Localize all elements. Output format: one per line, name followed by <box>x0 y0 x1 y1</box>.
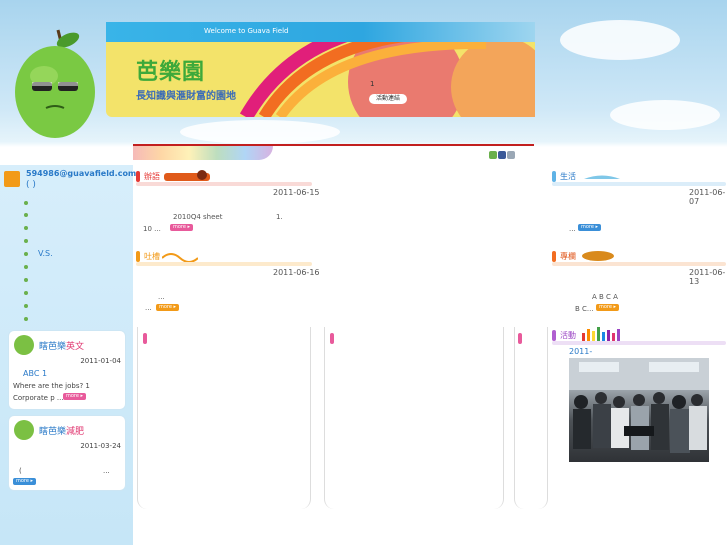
leaf-bullet-icon <box>24 278 28 282</box>
mail-icon[interactable] <box>4 171 20 187</box>
post-date: 2011-06-15 <box>273 188 320 197</box>
wave-decoration-icon <box>162 253 198 262</box>
post-text: 2010Q4 sheet <box>173 213 223 221</box>
leaf-bullet-icon <box>24 291 28 295</box>
email-note: ( ) <box>26 180 36 190</box>
post-text: A B C A <box>592 293 618 301</box>
card-title[interactable]: 瞎芭樂英文 <box>39 339 84 352</box>
chart-decoration-icon <box>582 327 620 341</box>
section-header[interactable]: 專欄 <box>552 250 726 266</box>
print-icon[interactable] <box>507 151 515 159</box>
share-icon[interactable] <box>489 151 497 159</box>
cloud <box>560 20 680 60</box>
post-date: 2011-06-07 <box>689 188 726 206</box>
facebook-icon[interactable] <box>498 151 506 159</box>
card-line: Where are the jobs? 1 <box>13 382 90 390</box>
activity-link-button[interactable]: 活動連結 <box>369 94 407 104</box>
card-date: 2011-01-04 <box>80 357 121 365</box>
card-line[interactable]: ABC 1 <box>23 369 47 378</box>
more-button[interactable]: more ▸ <box>63 393 87 400</box>
post-text: ... <box>145 304 152 312</box>
section-header[interactable]: 活動 <box>552 327 726 345</box>
post-date: 2011-06-13 <box>689 268 726 286</box>
post-text: ... <box>158 293 165 301</box>
content-frame <box>514 327 548 509</box>
leaf-bullet-icon <box>24 226 28 230</box>
fruit-decoration-icon <box>164 170 210 181</box>
card-title[interactable]: 瞎芭樂減肥 <box>39 424 84 437</box>
card-line: Corporate p ... <box>13 394 64 402</box>
card-line: ... <box>103 467 110 475</box>
section-header[interactable]: 辦語 <box>136 170 312 186</box>
post-text: B C... <box>575 305 594 313</box>
guava-mascot-logo[interactable] <box>12 26 98 144</box>
cloud <box>610 100 720 130</box>
post-date: 2011- <box>569 347 593 356</box>
guava-avatar-icon <box>14 420 34 440</box>
english-card: 瞎芭樂英文 2011-01-04 ABC 1 Where are the job… <box>8 330 126 410</box>
post-date: 2011-06-16 <box>273 268 320 277</box>
banner-top-bar: Welcome to Guava Field <box>106 22 535 42</box>
section-title: 生活 <box>560 172 576 181</box>
more-button[interactable]: more ▸ <box>170 224 194 231</box>
content-frame <box>324 327 504 509</box>
section-title: 活動 <box>560 331 576 340</box>
cloud <box>180 120 340 144</box>
section-title: 專欄 <box>560 252 576 261</box>
leaf-bullet-icon <box>24 239 28 243</box>
card-line: ( <box>19 467 22 475</box>
site-tagline: 長知識與滙財富的園地 <box>136 91 236 102</box>
bread-decoration-icon <box>582 251 614 261</box>
section-title: 辦語 <box>144 172 160 181</box>
shoe-decoration-icon <box>584 175 620 179</box>
more-button[interactable]: more ▸ <box>13 478 37 485</box>
column-marker <box>518 333 522 344</box>
welcome-text: Welcome to Guava Field <box>204 27 289 35</box>
vs-link[interactable]: V.S. <box>38 249 53 258</box>
section-header[interactable]: 生活 <box>552 170 726 186</box>
banner-number: 1 <box>370 80 375 88</box>
leaf-bullet-icon <box>24 265 28 269</box>
diet-card: 瞎芭樂減肥 2011-03-24 ( ... more ▸ <box>8 415 126 491</box>
content-frame <box>137 327 311 509</box>
post-text: ... <box>569 225 576 233</box>
share-icons <box>488 151 515 161</box>
leaf-bullet-icon <box>24 304 28 308</box>
more-button[interactable]: more ▸ <box>156 304 180 311</box>
event-photo[interactable] <box>569 358 709 462</box>
leaf-bullet-icon <box>24 201 28 205</box>
post-text: 10 ... <box>143 225 161 233</box>
rainbow-stripe <box>133 146 273 160</box>
event-photo-image <box>569 358 709 453</box>
more-button[interactable]: more ▸ <box>578 224 602 231</box>
contact-email[interactable]: 594986@guavafield.com <box>26 169 136 178</box>
section-header[interactable]: 吐槽 <box>136 250 312 266</box>
column-marker <box>330 333 334 344</box>
leaf-bullet-icon <box>24 317 28 321</box>
section-title: 吐槽 <box>144 252 160 261</box>
leaf-bullet-icon <box>24 213 28 217</box>
guava-avatar-icon <box>14 335 34 355</box>
leaf-bullet-icon <box>24 252 28 256</box>
more-button[interactable]: more ▸ <box>596 304 620 311</box>
site-title: 芭樂園 <box>136 60 206 85</box>
header-banner: Welcome to Guava Field 芭樂園 長知識與滙財富的園地 1 … <box>106 22 535 117</box>
card-date: 2011-03-24 <box>80 442 121 450</box>
post-text: 1. <box>276 213 283 221</box>
column-marker <box>143 333 147 344</box>
